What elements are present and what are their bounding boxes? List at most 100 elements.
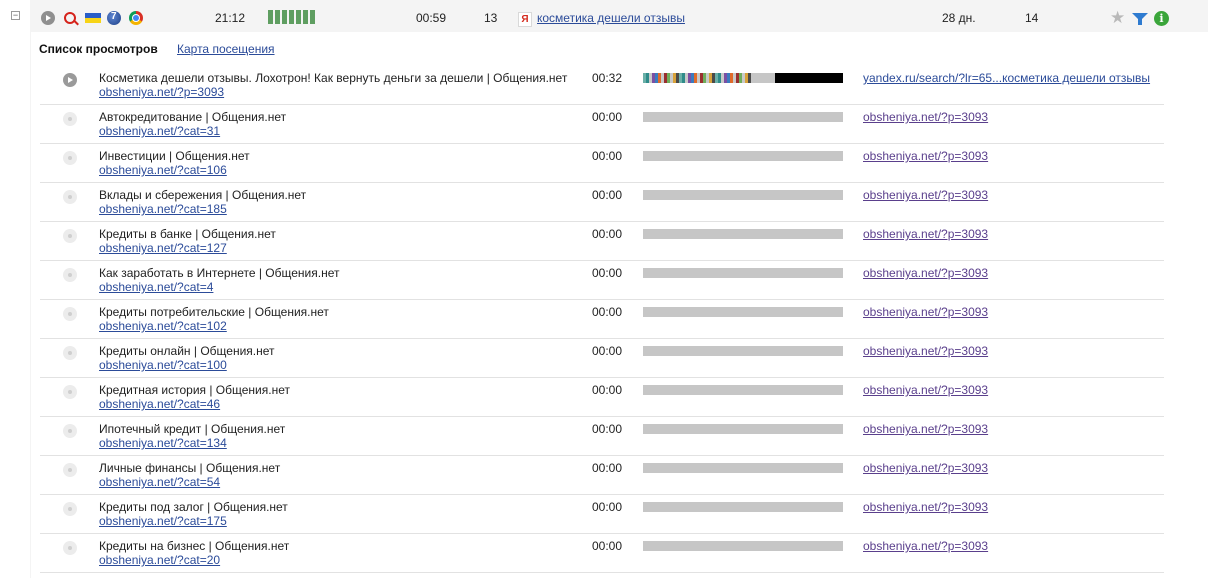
play-icon[interactable] — [41, 11, 55, 25]
pageview-row[interactable]: Личные финансы | Общения.нет obsheniya.n… — [0, 456, 1208, 495]
pageview-title: Инвестиции | Общения.нет — [99, 149, 250, 163]
pageview-row[interactable]: Кредиты в банке | Общения.нет obsheniya.… — [0, 222, 1208, 261]
visits-count: 14 — [1025, 11, 1039, 25]
pageview-url-link[interactable]: obsheniya.net/?cat=106 — [99, 163, 227, 177]
dot-icon — [63, 151, 77, 165]
activity-bar — [296, 10, 301, 24]
pageview-row[interactable]: Как заработать в Интернете | Общения.нет… — [0, 261, 1208, 300]
dot-icon — [63, 424, 77, 438]
activity-bar — [268, 10, 273, 24]
referrer-link[interactable]: obsheniya.net/?p=3093 — [863, 344, 988, 358]
dot-icon — [63, 346, 77, 360]
activity-bar — [282, 10, 287, 24]
pageview-timeline — [643, 385, 843, 395]
dot-icon — [63, 307, 77, 321]
pageview-timeline — [643, 541, 843, 551]
pageview-title: Кредиты на бизнес | Общения.нет — [99, 539, 290, 553]
dot-icon — [63, 463, 77, 477]
pageview-url-link[interactable]: obsheniya.net/?p=3093 — [99, 85, 224, 99]
visit-map-link[interactable]: Карта посещения — [177, 42, 275, 56]
dot-icon — [63, 385, 77, 399]
row-divider — [40, 572, 1164, 573]
pageview-row[interactable]: Ипотечный кредит | Общения.нет obsheniya… — [0, 417, 1208, 456]
referrer-link[interactable]: obsheniya.net/?p=3093 — [863, 422, 988, 436]
dot-icon — [63, 268, 77, 282]
pageview-title: Кредиты под залог | Общения.нет — [99, 500, 288, 514]
referrer-link[interactable]: obsheniya.net/?p=3093 — [863, 227, 988, 241]
pageview-timeline — [643, 307, 843, 317]
pageview-time: 00:00 — [592, 227, 623, 241]
visit-summary-row[interactable]: 21:12 00:59 13 Я косметика дешели отзывы… — [31, 3, 1207, 29]
pageview-time: 00:00 — [592, 383, 623, 397]
pageview-timeline — [643, 268, 843, 278]
dot-icon — [63, 541, 77, 555]
referrer-link[interactable]: obsheniya.net/?p=3093 — [863, 383, 988, 397]
pageview-timeline — [643, 151, 843, 161]
filter-icon[interactable] — [1132, 13, 1148, 25]
pageview-url-link[interactable]: obsheniya.net/?cat=4 — [99, 280, 213, 294]
pageview-url-link[interactable]: obsheniya.net/?cat=54 — [99, 475, 220, 489]
pageview-url-link[interactable]: obsheniya.net/?cat=100 — [99, 358, 227, 372]
dot-icon — [63, 229, 77, 243]
pageview-timeline — [643, 502, 843, 512]
pageview-row[interactable]: Вклады и сбережения | Общения.нет obshen… — [0, 183, 1208, 222]
pageview-url-link[interactable]: obsheniya.net/?cat=20 — [99, 553, 220, 567]
dot-icon — [63, 502, 77, 516]
pageview-url-link[interactable]: obsheniya.net/?cat=127 — [99, 241, 227, 255]
dot-icon — [63, 112, 77, 126]
referrer-link[interactable]: yandex.ru/search/?lr=65...косметика деше… — [863, 71, 1150, 85]
pageview-row[interactable]: Кредиты онлайн | Общения.нет obsheniya.n… — [0, 339, 1208, 378]
activity-bar — [289, 10, 294, 24]
pageview-time: 00:00 — [592, 422, 623, 436]
play-icon[interactable] — [63, 73, 77, 87]
referrer-link[interactable]: obsheniya.net/?p=3093 — [863, 266, 988, 280]
pageview-url-link[interactable]: obsheniya.net/?cat=102 — [99, 319, 227, 333]
pageview-title: Автокредитование | Общения.нет — [99, 110, 287, 124]
referrer-link[interactable]: obsheniya.net/?p=3093 — [863, 305, 988, 319]
pageview-time: 00:00 — [592, 149, 623, 163]
referrer-link[interactable]: obsheniya.net/?p=3093 — [863, 188, 988, 202]
ukraine-flag-icon — [85, 13, 101, 23]
section-title: Список просмотров — [39, 42, 158, 56]
pageview-timeline — [643, 229, 843, 239]
windows7-icon — [107, 11, 121, 25]
pageview-row[interactable]: Косметика дешели отзывы. Лохотрон! Как в… — [0, 66, 1208, 105]
yandex-icon: Я — [518, 12, 532, 27]
referrer-link[interactable]: obsheniya.net/?p=3093 — [863, 539, 988, 553]
pageview-url-link[interactable]: obsheniya.net/?cat=134 — [99, 436, 227, 450]
pageview-timeline — [643, 112, 843, 122]
pageview-title: Косметика дешели отзывы. Лохотрон! Как в… — [99, 71, 568, 85]
pageview-row[interactable]: Инвестиции | Общения.нет obsheniya.net/?… — [0, 144, 1208, 183]
pageview-timeline — [643, 190, 843, 200]
referrer-link[interactable]: obsheniya.net/?p=3093 — [863, 149, 988, 163]
pageview-url-link[interactable]: obsheniya.net/?cat=31 — [99, 124, 220, 138]
search-query-link[interactable]: косметика дешели отзывы — [537, 11, 685, 25]
pageview-row[interactable]: Кредиты под залог | Общения.нет obsheniy… — [0, 495, 1208, 534]
star-icon[interactable]: ★ — [1110, 9, 1125, 26]
pageview-url-link[interactable]: obsheniya.net/?cat=46 — [99, 397, 220, 411]
referrer-link[interactable]: obsheniya.net/?p=3093 — [863, 461, 988, 475]
pageview-title: Кредитная история | Общения.нет — [99, 383, 290, 397]
pageview-time: 00:00 — [592, 500, 623, 514]
activity-bars — [268, 10, 315, 24]
referrer-link[interactable]: obsheniya.net/?p=3093 — [863, 500, 988, 514]
pageview-row[interactable]: Кредиты потребительские | Общения.нет ob… — [0, 300, 1208, 339]
pageview-row[interactable]: Автокредитование | Общения.нет obsheniya… — [0, 105, 1208, 144]
activity-bar — [275, 10, 280, 24]
pageview-timeline — [643, 463, 843, 473]
pageview-time: 00:00 — [592, 461, 623, 475]
info-icon[interactable]: i — [1154, 11, 1169, 26]
chrome-icon — [129, 11, 143, 25]
pageview-time: 00:32 — [592, 71, 623, 85]
pageview-url-link[interactable]: obsheniya.net/?cat=185 — [99, 202, 227, 216]
pageview-timeline — [643, 346, 843, 356]
pageview-url-link[interactable]: obsheniya.net/?cat=175 — [99, 514, 227, 528]
pageview-row[interactable]: Кредиты на бизнес | Общения.нет obsheniy… — [0, 534, 1208, 573]
dot-icon — [63, 190, 77, 204]
collapse-toggle-button[interactable]: − — [11, 11, 20, 20]
pageview-title: Вклады и сбережения | Общения.нет — [99, 188, 307, 202]
referrer-link[interactable]: obsheniya.net/?p=3093 — [863, 110, 988, 124]
pageview-time: 00:00 — [592, 539, 623, 553]
pageview-title: Ипотечный кредит | Общения.нет — [99, 422, 286, 436]
pageview-row[interactable]: Кредитная история | Общения.нет obsheniy… — [0, 378, 1208, 417]
